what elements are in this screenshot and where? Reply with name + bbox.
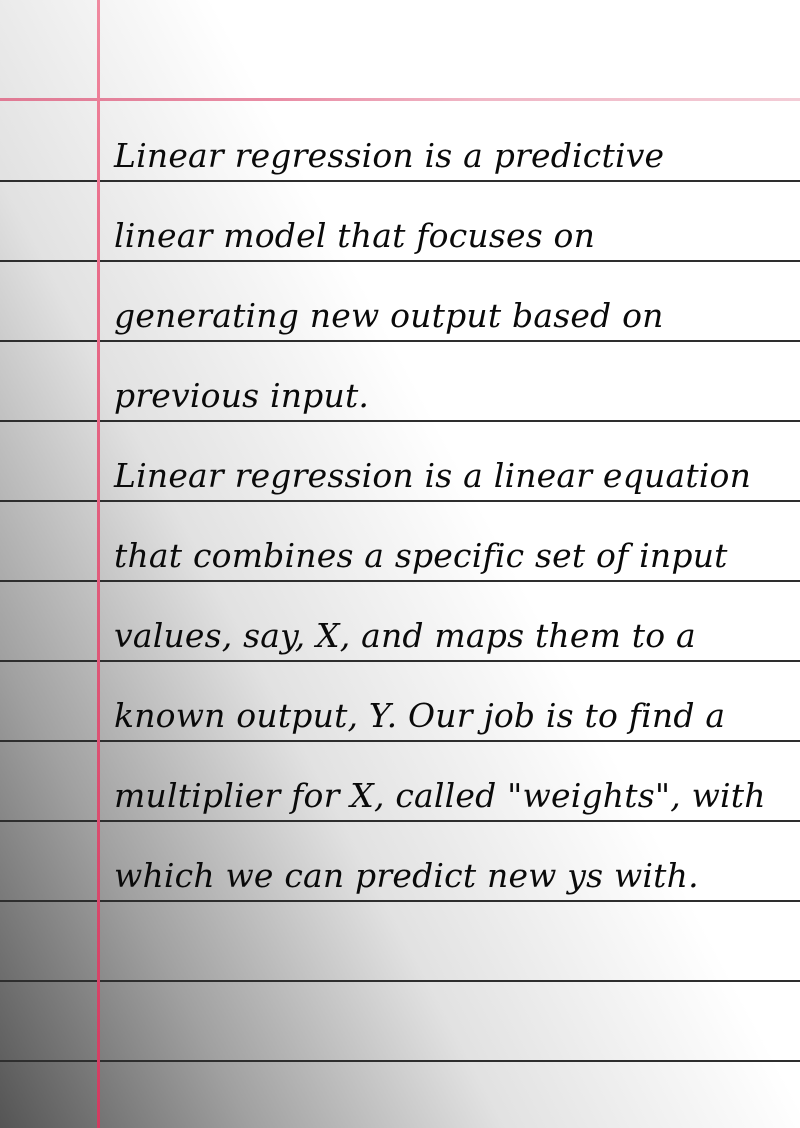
rule-line xyxy=(0,260,800,262)
rule-line xyxy=(0,980,800,982)
rule-line xyxy=(0,500,800,502)
rule-line xyxy=(0,340,800,342)
text-line: Linear regression is a linear equation xyxy=(114,456,752,495)
lined-notebook-page: Linear regression is a predictive linear… xyxy=(0,0,800,1128)
text-line: linear model that focuses on xyxy=(114,216,596,255)
rule-line xyxy=(0,900,800,902)
rule-line xyxy=(0,740,800,742)
text-line: which we can predict new ys with. xyxy=(114,856,699,895)
text-line: that combines a specific set of input xyxy=(114,536,728,575)
rule-line xyxy=(0,660,800,662)
rule-line xyxy=(0,1060,800,1062)
header-rule-line xyxy=(0,98,800,101)
text-line: previous input. xyxy=(114,376,370,415)
rule-line xyxy=(0,820,800,822)
text-line: known output, Y. Our job is to find a xyxy=(114,696,726,735)
rule-line xyxy=(0,180,800,182)
text-line: Linear regression is a predictive xyxy=(114,136,665,175)
text-line: generating new output based on xyxy=(114,296,664,335)
rule-line xyxy=(0,420,800,422)
rule-line xyxy=(0,580,800,582)
text-line: values, say, X, and maps them to a xyxy=(114,616,696,655)
margin-line xyxy=(97,0,100,1128)
text-line: multiplier for X, called "weights", with xyxy=(114,776,766,815)
